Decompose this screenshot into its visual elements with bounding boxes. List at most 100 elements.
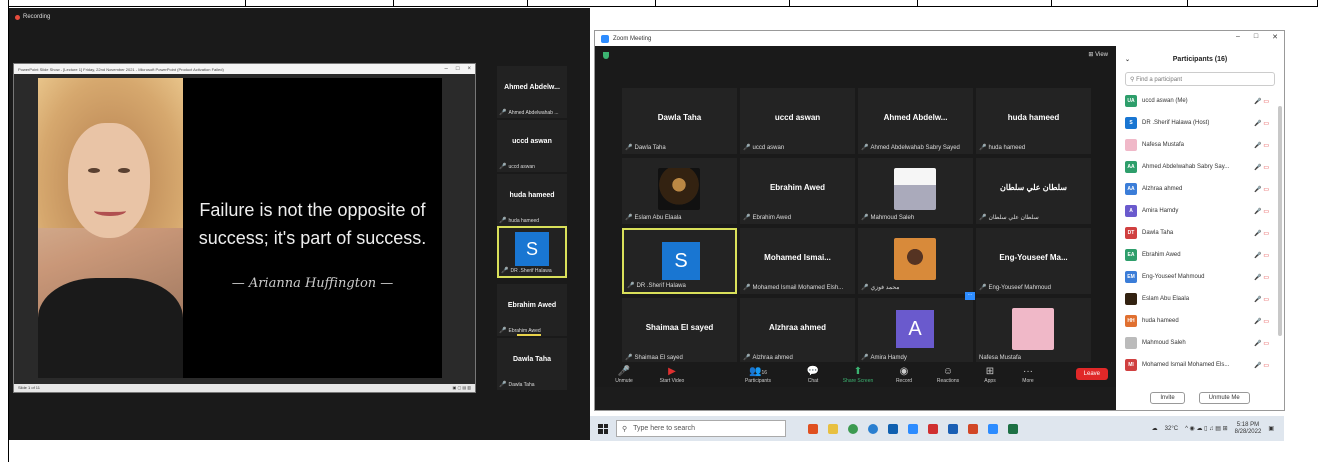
zoom-taskbar-icon[interactable]	[908, 423, 918, 434]
participant-row[interactable]: Nafesa Mustafa 🎤 ▭	[1116, 134, 1284, 156]
view-controls-icon[interactable]: ▣ ▢ ▤ ▥	[453, 385, 471, 391]
office-icon[interactable]	[808, 423, 818, 434]
close-icon[interactable]: ×	[467, 66, 471, 72]
video-tile-active-speaker[interactable]: S 🎤 DR .Sherif Halawa	[622, 228, 737, 294]
recording-panel: Recording PowerPoint Slide Show - [Lectu…	[9, 8, 590, 440]
video-tile[interactable]: Dawla Taha 🎤 Dawla Taha	[622, 88, 737, 154]
invite-button[interactable]: Invite	[1150, 392, 1185, 404]
participant-name: Mohamed Ismail Mohamed Els...	[1142, 362, 1230, 368]
window-title: Zoom Meeting	[613, 35, 652, 42]
file-explorer-icon[interactable]	[828, 423, 838, 434]
participant-search-input[interactable]: ⚲ Find a participant	[1125, 72, 1275, 86]
excel-icon[interactable]	[1008, 423, 1018, 434]
taskbar-search-input[interactable]: ⚲ Type here to search	[616, 420, 786, 437]
avatar: AA	[1125, 161, 1137, 173]
leave-button[interactable]: Leave	[1075, 368, 1108, 380]
participants-icon: 👥16	[748, 365, 767, 377]
participant-row[interactable]: UA uccd aswan (Me) 🎤 ▭	[1116, 90, 1284, 112]
share-screen-button[interactable]: ⬆ Share Screen	[833, 366, 883, 384]
windows-taskbar: ⚲ Type here to search ☁ 32°C ^ ◉ ☁ ▯ ♫ ▤ …	[590, 416, 1284, 441]
start-video-button[interactable]: ▶ Start Video	[643, 366, 701, 384]
video-tile[interactable]: A ··· 🎤 Amira Hamdy	[858, 292, 975, 364]
participant-row[interactable]: AA Alzhraa ahmed 🎤 ▭	[1116, 178, 1284, 200]
video-tile[interactable]: Mohamed Ismai... 🎤 Mohamed Ismail Mohamed…	[740, 228, 855, 294]
apps-button[interactable]: ⊞ Apps	[971, 366, 1009, 384]
participant-row[interactable]: AA Ahmed Abdelwahab Sabry Say... 🎤 ▭	[1116, 156, 1284, 178]
encryption-shield-icon[interactable]	[603, 52, 609, 59]
powerpoint-icon[interactable]	[968, 423, 978, 434]
profile-photo	[894, 238, 936, 280]
participant-row[interactable]: A Amira Hamdy 🎤 ▭	[1116, 200, 1284, 222]
minimize-icon[interactable]: –	[1236, 33, 1240, 41]
video-tile[interactable]: Ebrahim Awed 🎤 Ebrahim Awed	[740, 158, 855, 224]
app-icon[interactable]	[928, 423, 938, 434]
notification-icon[interactable]: ▣	[1268, 425, 1274, 432]
participant-row[interactable]: DT Dawla Taha 🎤 ▭	[1116, 222, 1284, 244]
minimize-icon[interactable]: –	[445, 66, 448, 72]
maximize-icon[interactable]: □	[1254, 33, 1258, 41]
video-tile[interactable]: 🎤 Mahmoud Saleh	[858, 158, 973, 224]
chrome-icon[interactable]	[848, 423, 858, 434]
video-tile[interactable]: Ahmed Abdelw... 🎤 Ahmed Abdelwahab Sabry …	[858, 88, 973, 154]
avatar: EM	[1125, 271, 1137, 283]
participant-row[interactable]: Eslam Abu Elaala 🎤 ▭	[1116, 288, 1284, 310]
participant-row[interactable]: EA Ebrahim Awed 🎤 ▭	[1116, 244, 1284, 266]
unmute-me-button[interactable]: Unmute Me	[1198, 392, 1250, 404]
muted-mic-video-off-icon: 🎤 ▭	[1254, 274, 1269, 281]
record-button[interactable]: ◉ Record	[883, 366, 925, 384]
participant-row[interactable]: Mahmoud Saleh 🎤 ▭	[1116, 332, 1284, 354]
video-tile[interactable]: 🎤 Eslam Abu Elaala	[622, 158, 737, 224]
muted-mic-icon: 🎤	[627, 283, 635, 289]
chat-button[interactable]: 💬 Chat	[793, 366, 833, 384]
zoom-taskbar-icon-2[interactable]	[988, 423, 998, 434]
muted-mic-video-off-icon: 🎤 ▭	[1254, 318, 1269, 325]
more-button[interactable]: ··· More	[1009, 366, 1047, 384]
avatar: DT	[1125, 227, 1137, 239]
powerpoint-window: PowerPoint Slide Show - [Lecture 1] Frid…	[13, 63, 476, 393]
muted-mic-icon: 🎤	[979, 145, 987, 151]
participant-row[interactable]: S DR .Sherif Halawa (Host) 🎤 ▭	[1116, 112, 1284, 134]
unmute-button[interactable]: 🎤 Unmute	[605, 366, 643, 384]
search-icon: ⚲	[1130, 77, 1135, 83]
quote-author: — Arianna Huffington —	[231, 275, 394, 291]
avatar: AA	[1125, 183, 1137, 195]
speaking-indicator	[517, 334, 541, 336]
video-tile[interactable]: سلطان علي سلطان 🎤 سلطان علي سلطان	[976, 158, 1091, 224]
weather-icon[interactable]: ☁	[1152, 425, 1158, 432]
participant-row[interactable]: EM Eng-Youseef Mahmoud 🎤 ▭	[1116, 266, 1284, 288]
chevron-down-icon[interactable]: ⌄	[1125, 56, 1130, 63]
participant-name: Alzhraa ahmed	[1142, 186, 1183, 192]
view-button[interactable]: ⊞ View	[1088, 51, 1108, 58]
video-tile[interactable]: Shaimaa El sayed 🎤 Shaimaa El sayed	[622, 298, 737, 364]
participants-button[interactable]: 👥16 Participants	[723, 366, 793, 384]
muted-mic-icon: 🎤	[861, 355, 869, 361]
participant-name: uccd aswan (Me)	[1142, 98, 1188, 104]
video-gallery: ⊞ View Dawla Taha 🎤 Dawla Taha uccd aswan…	[595, 46, 1116, 387]
portrait-image	[38, 78, 183, 378]
muted-mic-icon: 🎤	[743, 355, 751, 361]
participant-row[interactable]: HH huda hameed 🎤 ▭	[1116, 310, 1284, 332]
store-icon[interactable]	[888, 423, 898, 434]
video-tile[interactable]: uccd aswan 🎤 uccd aswan	[740, 88, 855, 154]
windows-start-icon[interactable]	[598, 423, 608, 434]
reactions-button[interactable]: ☺ Reactions	[925, 366, 971, 384]
participants-footer: Invite Unmute Me	[1116, 386, 1284, 410]
participant-row[interactable]: MI Mohamed Ismail Mohamed Els... 🎤 ▭	[1116, 354, 1284, 376]
participant-name: Mahmoud Saleh	[1142, 340, 1186, 346]
video-tile[interactable]: Eng-Youseef Ma... 🎤 Eng-Youseef Mahmoud	[976, 228, 1091, 294]
strip-tile: Ahmed Abdelw... 🎤 Ahmed Abdelwahab ...	[497, 66, 567, 118]
more-options-icon[interactable]: ···	[965, 292, 975, 300]
video-tile[interactable]: huda hameed 🎤 huda hameed	[976, 88, 1091, 154]
avatar	[1125, 337, 1137, 349]
word-icon[interactable]	[948, 423, 958, 434]
video-tile[interactable]: 🎤 محمد فوزي	[858, 228, 973, 294]
tray-icons[interactable]: ^ ◉ ☁ ▯ ♫ ▤ ⊞	[1185, 425, 1228, 432]
video-tile[interactable]: Alzhraa ahmed 🎤 Alzhraa ahmed	[740, 298, 855, 364]
clock[interactable]: 5:18 PM 8/28/2022	[1235, 422, 1262, 436]
muted-mic-icon: 🎤	[625, 355, 633, 361]
edge-icon[interactable]	[868, 423, 878, 434]
video-tile[interactable]: Nafesa Mustafa	[976, 298, 1091, 364]
maximize-icon[interactable]: □	[456, 66, 460, 72]
close-icon[interactable]: ✕	[1272, 33, 1278, 41]
scrollbar[interactable]	[1278, 106, 1282, 336]
